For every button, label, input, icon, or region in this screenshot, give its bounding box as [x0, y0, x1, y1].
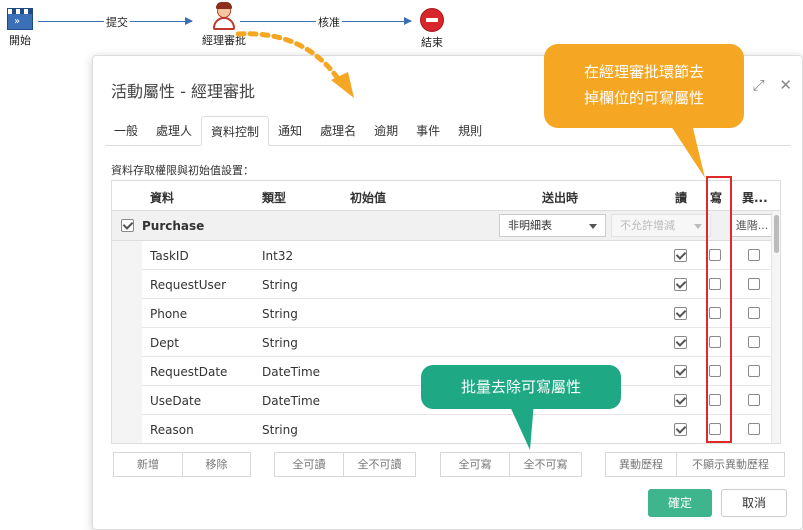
tab-events[interactable]: 事件: [407, 116, 449, 146]
grid-scrollbar[interactable]: [771, 211, 780, 443]
write-column-highlight: [706, 176, 732, 443]
write-buttons: 全可寫 全不可寫: [440, 452, 582, 477]
diff-checkbox[interactable]: [748, 307, 760, 319]
callout-bottom-tail: [508, 402, 534, 450]
field-rows: TaskID Int32 RequestUser String Phone String D…: [112, 241, 780, 443]
diff-checkbox[interactable]: [748, 249, 760, 261]
read-checkbox[interactable]: [674, 307, 687, 320]
diff-checkbox[interactable]: [748, 394, 760, 406]
grid-header: 資料 類型 初始值 送出時 讀 寫 異...: [112, 181, 780, 211]
row-field-name: TaskID: [150, 249, 189, 263]
start-node[interactable]: » 開始: [2, 8, 38, 48]
start-node-label: 開始: [9, 34, 31, 47]
diff-checkbox[interactable]: [748, 365, 760, 377]
row-field-name: Reason: [150, 423, 194, 437]
section-label: 資料存取權限與初始值設置：: [111, 164, 254, 177]
row-indent: [112, 357, 142, 386]
row-field-name: RequestDate: [150, 365, 228, 379]
none-read-button[interactable]: 全不可讀: [344, 452, 416, 477]
row-indent: [112, 299, 142, 328]
read-buttons: 全可讀 全不可讀: [274, 452, 416, 477]
row-indent: [112, 386, 142, 415]
stop-icon: [420, 8, 444, 32]
row-field-type: DateTime: [262, 365, 321, 379]
diff-checkbox[interactable]: [748, 278, 760, 290]
row-indent: [112, 415, 142, 443]
group-name: Purchase: [142, 219, 205, 233]
row-field-type: String: [262, 423, 298, 437]
tab-data-control[interactable]: 資料控制: [201, 116, 270, 146]
row-field-name: Dept: [150, 336, 179, 350]
group-checkbox[interactable]: [121, 219, 134, 232]
table-row[interactable]: Dept String: [112, 328, 780, 357]
row-buttons: 新增 移除: [113, 452, 251, 477]
callout-top-line1: 在經理審批環節去: [583, 63, 704, 81]
all-write-button[interactable]: 全可寫: [440, 452, 510, 477]
col-data[interactable]: 資料: [150, 189, 174, 206]
none-write-button[interactable]: 全不可寫: [510, 452, 582, 477]
read-checkbox[interactable]: [674, 365, 687, 378]
table-type-select[interactable]: 非明細表: [499, 214, 606, 237]
row-field-type: String: [262, 336, 298, 350]
tab-process-name[interactable]: 處理名: [311, 116, 365, 146]
table-row[interactable]: Reason String: [112, 415, 780, 443]
tab-general[interactable]: 一般: [105, 116, 147, 146]
callout-batch-remove: 批量去除可寫屬性: [421, 365, 621, 409]
col-read[interactable]: 讀: [675, 189, 687, 206]
row-indent: [112, 241, 142, 270]
callout-top-line2: 掉欄位的可寫屬性: [583, 89, 704, 107]
diff-history-button[interactable]: 異動歷程: [605, 452, 677, 477]
dotted-arrow-icon: [236, 31, 354, 98]
row-indent: [112, 328, 142, 357]
dialog-title: 活動屬性 - 經理審批: [111, 82, 255, 101]
clapperboard-icon: »: [7, 8, 33, 30]
read-checkbox[interactable]: [674, 423, 687, 436]
diff-checkbox[interactable]: [748, 336, 760, 348]
row-change-select: 不允許增減: [611, 214, 711, 237]
tab-notify[interactable]: 通知: [269, 116, 311, 146]
close-icon[interactable]: ✕: [779, 76, 792, 94]
row-indent: [112, 270, 142, 299]
row-field-type: String: [262, 278, 298, 292]
read-checkbox[interactable]: [674, 336, 687, 349]
callout-top-tail: [667, 120, 705, 178]
callout-remove-write: 在經理審批環節去 掉欄位的可寫屬性: [544, 44, 744, 128]
col-type[interactable]: 類型: [262, 189, 286, 206]
ok-button[interactable]: 確定: [648, 489, 712, 517]
row-field-type: Int32: [262, 249, 294, 263]
row-field-type: DateTime: [262, 394, 321, 408]
row-field-name: RequestUser: [150, 278, 227, 292]
cancel-button[interactable]: 取消: [721, 489, 787, 517]
hide-diff-history-button[interactable]: 不顯示異動歷程: [677, 452, 785, 477]
tab-overdue[interactable]: 逾期: [365, 116, 407, 146]
col-init[interactable]: 初始值: [350, 189, 386, 206]
remove-button[interactable]: 移除: [183, 452, 251, 477]
group-row: Purchase 非明細表 不允許增減 進階...: [112, 211, 780, 241]
read-checkbox[interactable]: [674, 394, 687, 407]
table-row[interactable]: RequestUser String: [112, 270, 780, 299]
tab-rules[interactable]: 規則: [449, 116, 491, 146]
row-field-type: String: [262, 307, 298, 321]
diff-checkbox[interactable]: [748, 423, 760, 435]
all-read-button[interactable]: 全可讀: [274, 452, 344, 477]
end-node-label: 結束: [421, 36, 443, 49]
row-field-name: UseDate: [150, 394, 202, 408]
maximize-icon[interactable]: ⤢: [753, 76, 765, 94]
add-button[interactable]: 新增: [113, 452, 183, 477]
table-row[interactable]: Phone String: [112, 299, 780, 328]
history-buttons: 異動歷程 不顯示異動歷程: [605, 452, 785, 477]
col-diff[interactable]: 異...: [742, 189, 768, 206]
edge-submit-label: 提交: [104, 14, 130, 30]
advanced-button[interactable]: 進階...: [730, 214, 774, 237]
read-checkbox[interactable]: [674, 278, 687, 291]
end-node[interactable]: 結束: [412, 8, 452, 50]
row-field-name: Phone: [150, 307, 188, 321]
user-icon: [210, 2, 238, 30]
read-checkbox[interactable]: [674, 249, 687, 262]
col-send[interactable]: 送出時: [542, 189, 578, 206]
table-row[interactable]: TaskID Int32: [112, 241, 780, 270]
tab-handler[interactable]: 處理人: [147, 116, 201, 146]
